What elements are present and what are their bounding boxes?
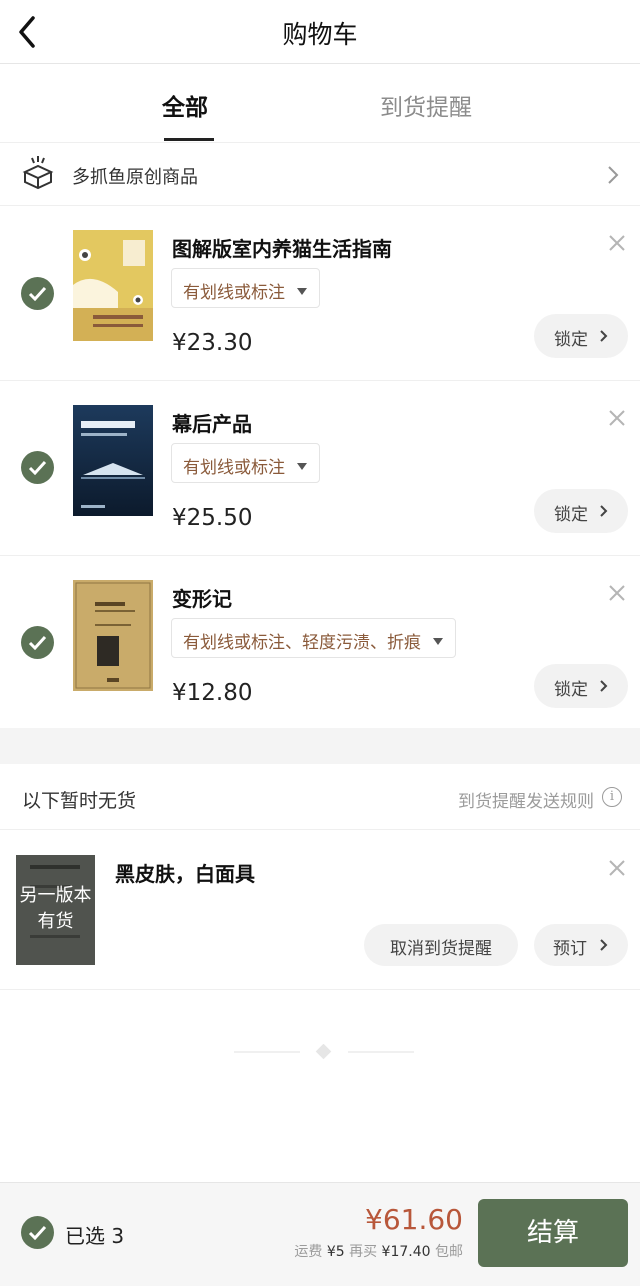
lock-label: 锁定 <box>554 505 588 525</box>
book-cover[interactable]: 另一版本 有货 <box>16 855 95 965</box>
tab-restock-reminder[interactable]: 到货提醒 <box>380 88 472 122</box>
info-icon[interactable]: i <box>602 787 622 807</box>
item-checkbox[interactable] <box>21 451 54 484</box>
lock-button[interactable]: 锁定 <box>534 489 628 533</box>
out-of-stock-title: 以下暂时无货 <box>22 790 137 812</box>
overlay-line1: 另一版本 <box>19 885 92 906</box>
free-ship-amount: ¥17.40 <box>381 1244 431 1260</box>
total-price: ¥61.60 <box>365 1203 463 1236</box>
item-title[interactable]: 变形记 <box>172 583 232 612</box>
condition-label: 有划线或标注 <box>183 283 285 303</box>
chevron-right-icon <box>600 505 608 517</box>
lock-label: 锁定 <box>554 680 588 700</box>
caret-down-icon <box>297 462 307 470</box>
item-title[interactable]: 黑皮肤，白面具 <box>115 858 255 887</box>
item-checkbox[interactable] <box>21 277 54 310</box>
chevron-right-icon <box>600 680 608 692</box>
close-icon[interactable] <box>607 583 627 603</box>
condition-dropdown[interactable]: 有划线或标注 <box>171 268 320 308</box>
item-title[interactable]: 幕后产品 <box>172 408 252 437</box>
book-cover[interactable] <box>73 580 153 691</box>
check-icon <box>28 460 47 475</box>
active-tab-indicator <box>164 138 214 141</box>
book-cover[interactable] <box>73 230 153 341</box>
condition-label: 有划线或标注 <box>183 458 285 478</box>
list-end-divider <box>234 1044 414 1060</box>
overlay-line2: 有货 <box>37 911 74 932</box>
tab-bar: 全部 到货提醒 <box>0 64 640 142</box>
shipping-prefix: 运费 <box>294 1244 323 1260</box>
checkout-bar: 已选 3 ¥61.60 运费 ¥5 再买 ¥17.40 包邮 结算 <box>0 1182 640 1286</box>
fish-box-icon <box>22 156 54 190</box>
chevron-right-icon <box>608 166 619 184</box>
item-price: ¥12.80 <box>172 680 253 706</box>
shop-header-row[interactable]: 多抓鱼原创商品 <box>0 142 640 206</box>
condition-label: 有划线或标注、轻度污渍、折痕 <box>183 633 421 653</box>
page-title: 购物车 <box>282 20 358 49</box>
free-ship-suffix: 包邮 <box>435 1244 463 1260</box>
free-ship-prefix: 再买 <box>349 1244 378 1260</box>
out-of-stock-item: 另一版本 有货 黑皮肤，白面具 取消到货提醒 预订 <box>0 830 640 990</box>
shop-name: 多抓鱼原创商品 <box>72 167 198 188</box>
selected-count: 已选 3 <box>65 1224 125 1248</box>
tab-all[interactable]: 全部 <box>162 88 208 122</box>
select-all-checkbox[interactable] <box>21 1216 54 1249</box>
close-icon[interactable] <box>607 408 627 428</box>
item-checkbox[interactable] <box>21 626 54 659</box>
header: 购物车 <box>0 0 640 64</box>
check-icon <box>28 635 47 650</box>
caret-down-icon <box>297 287 307 295</box>
restock-rule-link[interactable]: 到货提醒发送规则 <box>458 787 594 812</box>
item-price: ¥25.50 <box>172 505 253 531</box>
chevron-right-icon <box>600 330 608 342</box>
cancel-restock-reminder-button[interactable]: 取消到货提醒 <box>364 924 518 966</box>
other-edition-overlay: 另一版本 有货 <box>16 883 95 935</box>
close-icon[interactable] <box>607 233 627 253</box>
chevron-right-icon <box>600 939 608 951</box>
preorder-button[interactable]: 预订 <box>534 924 628 966</box>
check-icon <box>28 286 47 301</box>
book-cover[interactable] <box>73 405 153 516</box>
out-of-stock-header: 以下暂时无货 到货提醒发送规则 i <box>0 764 640 830</box>
check-icon <box>28 1225 47 1240</box>
section-gap <box>0 728 640 764</box>
condition-dropdown[interactable]: 有划线或标注、轻度污渍、折痕 <box>171 618 456 658</box>
cart-item: 幕后产品 有划线或标注 ¥25.50 锁定 <box>0 381 640 556</box>
caret-down-icon <box>433 637 443 645</box>
cart-item: 图解版室内养猫生活指南 有划线或标注 ¥23.30 锁定 <box>0 206 640 381</box>
lock-label: 锁定 <box>554 330 588 350</box>
item-title[interactable]: 图解版室内养猫生活指南 <box>172 233 392 262</box>
checkout-button[interactable]: 结算 <box>478 1199 628 1267</box>
item-price: ¥23.30 <box>172 330 253 356</box>
preorder-label: 预订 <box>553 939 587 959</box>
cart-item: 变形记 有划线或标注、轻度污渍、折痕 ¥12.80 锁定 <box>0 556 640 731</box>
shipping-info: 运费 ¥5 再买 ¥17.40 包邮 <box>294 1241 463 1261</box>
lock-button[interactable]: 锁定 <box>534 664 628 708</box>
shipping-fee: ¥5 <box>326 1244 345 1260</box>
close-icon[interactable] <box>607 858 627 878</box>
condition-dropdown[interactable]: 有划线或标注 <box>171 443 320 483</box>
lock-button[interactable]: 锁定 <box>534 314 628 358</box>
